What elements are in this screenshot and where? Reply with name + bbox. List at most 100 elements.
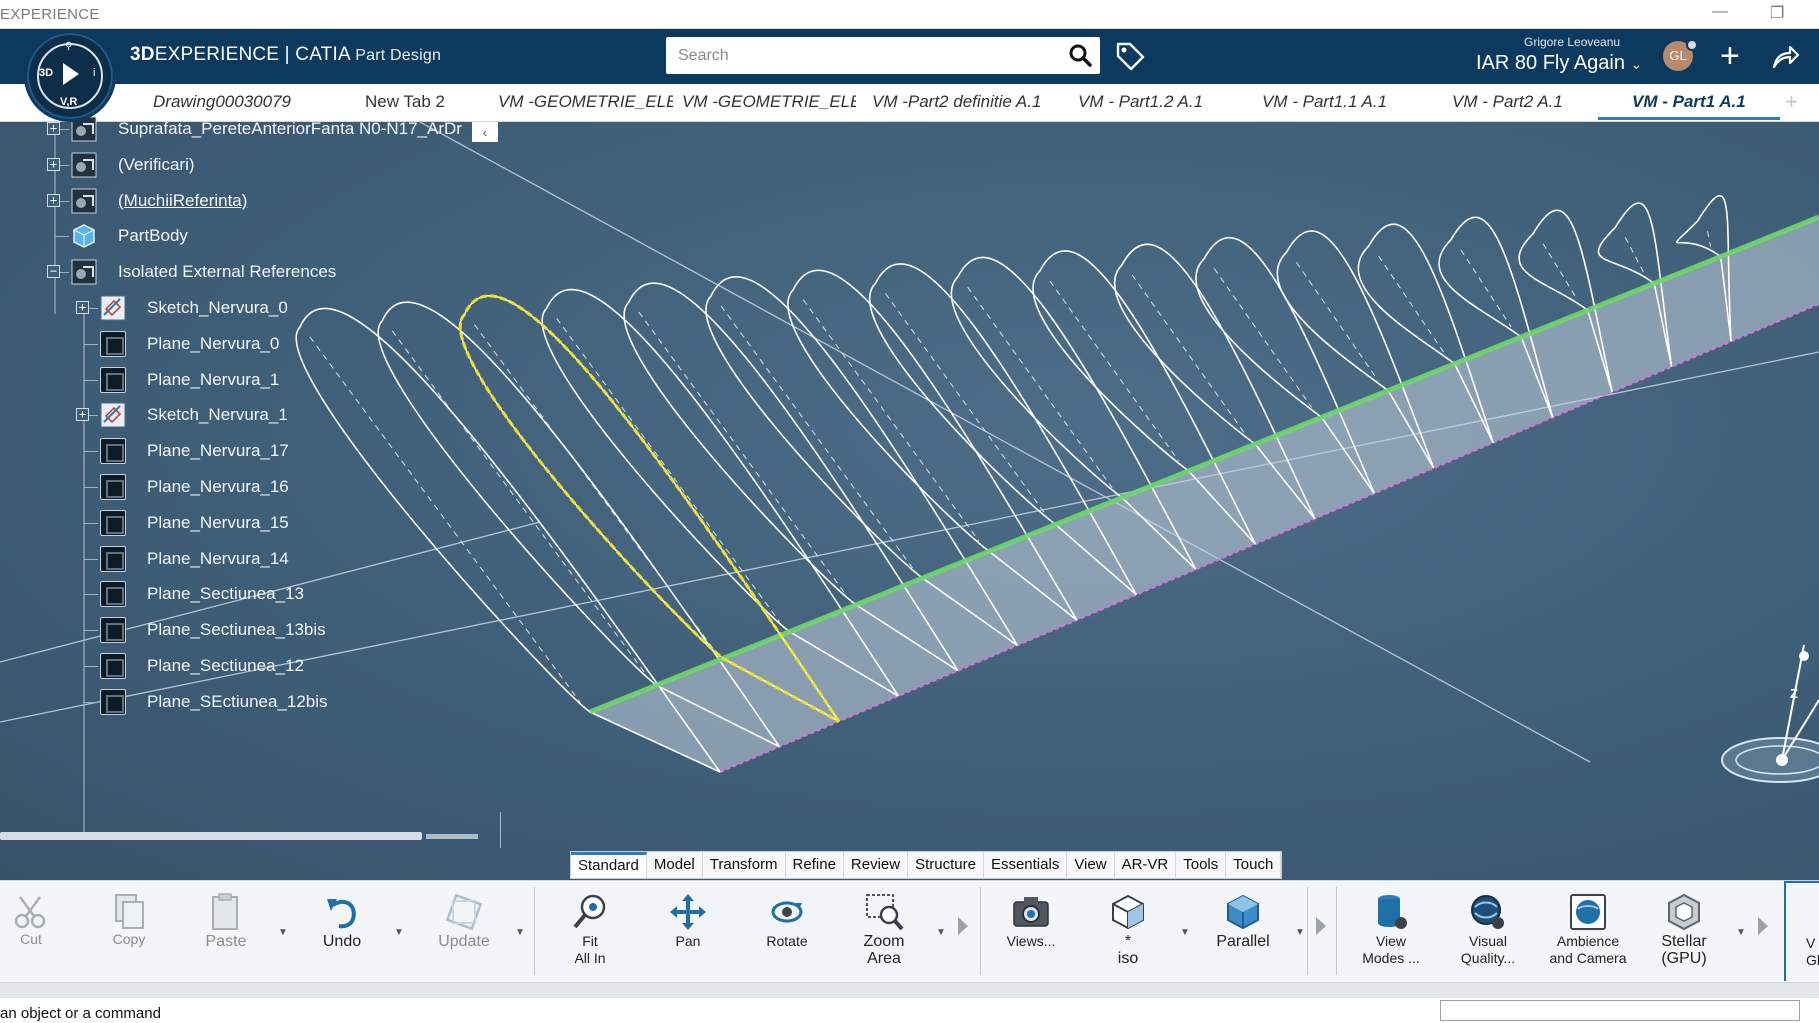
specification-tree[interactable]: + Suprafata_PereteAnteriorFanta N0-N17_Ar… — [0, 116, 500, 832]
undo-button[interactable]: Undo — [312, 881, 372, 981]
search-input[interactable] — [666, 37, 1100, 74]
section-tab-model[interactable]: Model — [646, 852, 703, 878]
presence-dot-icon — [1686, 39, 1698, 51]
iso-cube-icon — [1112, 894, 1144, 930]
tree-item[interactable]: Plane_Nervura_16 — [0, 472, 500, 502]
tree-item[interactable]: Plane_Sectiunea_13 — [0, 579, 500, 609]
expand-node-icon[interactable]: + — [47, 157, 60, 171]
undo-dropdown-icon[interactable]: ▼ — [394, 927, 404, 938]
tree-item[interactable]: Plane_Nervura_14 — [0, 544, 500, 574]
tree-item[interactable]: Plane_Nervura_17 — [0, 436, 500, 466]
tree-item[interactable]: Plane_Nervura_0 — [0, 329, 500, 359]
expand-node-icon[interactable]: + — [76, 301, 89, 314]
search-icon[interactable] — [1068, 43, 1092, 67]
tree-item[interactable]: − Isolated External References — [0, 257, 500, 287]
expand-more-icon[interactable] — [1316, 917, 1326, 935]
tree-item[interactable]: + (MuchiiReferinta) — [0, 186, 500, 216]
tab-vm-geometrie-elero-1[interactable]: VM -GEOMETRIE_ELERO — [498, 92, 673, 112]
minimize-window-icon[interactable]: — — [1712, 3, 1728, 21]
undo-label: Undo — [322, 933, 362, 950]
tree-item[interactable]: Plane_Nervura_15 — [0, 508, 500, 538]
tree-item[interactable]: Plane_Nervura_1 — [0, 365, 500, 395]
parallel-dropdown-icon[interactable]: ▼ — [1295, 927, 1305, 938]
tree-item-label: Sketch_Nervura_1 — [147, 405, 288, 425]
tab-vm-part2-definitie[interactable]: VM -Part2 definitie A.1 — [872, 92, 1052, 112]
tree-item[interactable]: Plane_SEctiunea_12bis — [0, 687, 500, 717]
zoom-area-button[interactable]: Zoom Area — [852, 881, 916, 981]
tab-vm-part2[interactable]: VM - Part2 A.1 — [1452, 92, 1602, 112]
collapse-node-icon[interactable]: − — [47, 265, 60, 279]
section-tab-standard[interactable]: Standard — [571, 852, 647, 878]
fit-all-in-button[interactable]: Fit All In — [560, 881, 620, 981]
cutoff-tool-button[interactable]: V Gl — [1784, 881, 1819, 981]
toolbar-scrollbar[interactable] — [0, 982, 1819, 998]
tab-vm-part1-2[interactable]: VM - Part1.2 A.1 — [1078, 92, 1238, 112]
update-dropdown-icon[interactable]: ▼ — [515, 927, 525, 938]
compass-i-label[interactable]: i — [93, 67, 95, 79]
section-tab-essentials[interactable]: Essentials — [983, 852, 1068, 878]
section-tab-touch[interactable]: Touch — [1226, 852, 1282, 878]
tab-vm-part1-active[interactable]: VM - Part1 A.1 — [1632, 92, 1782, 112]
tag-icon[interactable] — [1114, 40, 1146, 72]
section-tab-tools[interactable]: Tools — [1176, 852, 1227, 878]
pan-button[interactable]: Pan — [658, 881, 718, 981]
tab-vm-part1-1[interactable]: VM - Part1.1 A.1 — [1262, 92, 1422, 112]
view-modes-button[interactable]: View Modes ... — [1356, 881, 1426, 981]
expand-node-icon[interactable]: + — [47, 193, 60, 207]
ambience-camera-button[interactable]: Ambience and Camera — [1542, 881, 1634, 981]
section-tab-ar-vr[interactable]: AR-VR — [1114, 852, 1177, 878]
tab-vm-geometrie-elero-2[interactable]: VM -GEOMETRIE_ELERO — [682, 92, 856, 112]
tree-horizontal-scrollbar[interactable] — [0, 832, 422, 840]
tree-connector — [84, 594, 98, 596]
views-button[interactable]: Views... — [998, 881, 1064, 981]
visual-quality-button[interactable]: Visual Quality... — [1452, 881, 1524, 981]
collab-space-selector[interactable]: IAR 80 Fly Again ⌄ — [1476, 52, 1642, 75]
cut-button[interactable]: Cut — [6, 881, 56, 981]
tree-item-label: Plane_Nervura_0 — [147, 333, 280, 353]
tab-drawing00030079[interactable]: Drawing00030079 — [153, 92, 303, 112]
parallel-projection-button[interactable]: Parallel — [1210, 881, 1276, 981]
section-tab-refine[interactable]: Refine — [785, 852, 844, 878]
compass-vr-label[interactable]: V,R — [60, 96, 77, 108]
section-tab-review[interactable]: Review — [843, 852, 909, 878]
update-button[interactable]: Update — [430, 881, 498, 981]
collapse-tree-button[interactable]: ‹ — [472, 122, 498, 142]
tree-item[interactable]: Plane_Sectiunea_12 — [0, 651, 500, 681]
tree-item[interactable]: PartBody — [0, 221, 500, 251]
spar-line[interactable] — [589, 214, 1819, 715]
expand-node-icon[interactable]: + — [47, 122, 60, 135]
compass-3d-label[interactable]: 3D — [39, 67, 53, 79]
restore-window-icon[interactable]: ❐ — [1770, 3, 1784, 23]
tree-item[interactable]: + Sketch_Nervura_0 — [0, 293, 500, 323]
plus-icon[interactable]: + — [1720, 39, 1740, 73]
paste-button[interactable]: Paste — [198, 881, 254, 981]
expand-more-icon[interactable] — [958, 917, 968, 935]
paste-dropdown-icon[interactable]: ▼ — [278, 927, 288, 938]
rotate-button[interactable]: Rotate — [756, 881, 818, 981]
section-tab-transform[interactable]: Transform — [702, 852, 786, 878]
expand-node-icon[interactable]: + — [76, 408, 89, 422]
tree-scroll-thumb[interactable] — [426, 834, 478, 839]
stellar-dropdown-icon[interactable]: ▼ — [1736, 927, 1746, 938]
command-input-field[interactable] — [1440, 1000, 1800, 1021]
iso-dropdown-icon[interactable]: ▼ — [1180, 927, 1190, 938]
tree-item[interactable]: Plane_Sectiunea_13bis — [0, 615, 500, 645]
share-icon[interactable] — [1770, 42, 1800, 72]
zoom-dropdown-icon[interactable]: ▼ — [936, 927, 946, 938]
expand-more-icon[interactable] — [1758, 917, 1768, 935]
play-icon[interactable] — [63, 63, 79, 85]
add-tab-icon[interactable]: + — [1785, 89, 1798, 115]
axis-triad[interactable]: Z — [1720, 640, 1819, 790]
tree-item[interactable]: + Sketch_Nervura_1 — [0, 400, 500, 430]
tab-new-tab-2[interactable]: New Tab 2 — [365, 92, 475, 112]
copy-button[interactable]: Copy — [103, 881, 155, 981]
section-tab-view[interactable]: View — [1067, 852, 1115, 878]
tree-item-label: Plane_Nervura_15 — [147, 512, 289, 532]
compass-widget[interactable]: ⚲ 3D i V,R — [24, 30, 116, 122]
stellar-gpu-button[interactable]: Stellar (GPU) — [1652, 881, 1716, 981]
section-tab-structure[interactable]: Structure — [908, 852, 984, 878]
tree-item[interactable]: + (Verificari) — [0, 150, 500, 180]
iso-view-button[interactable]: * iso — [1098, 881, 1158, 981]
axis-handle-icon[interactable] — [1799, 651, 1809, 661]
plane-icon — [100, 330, 126, 357]
